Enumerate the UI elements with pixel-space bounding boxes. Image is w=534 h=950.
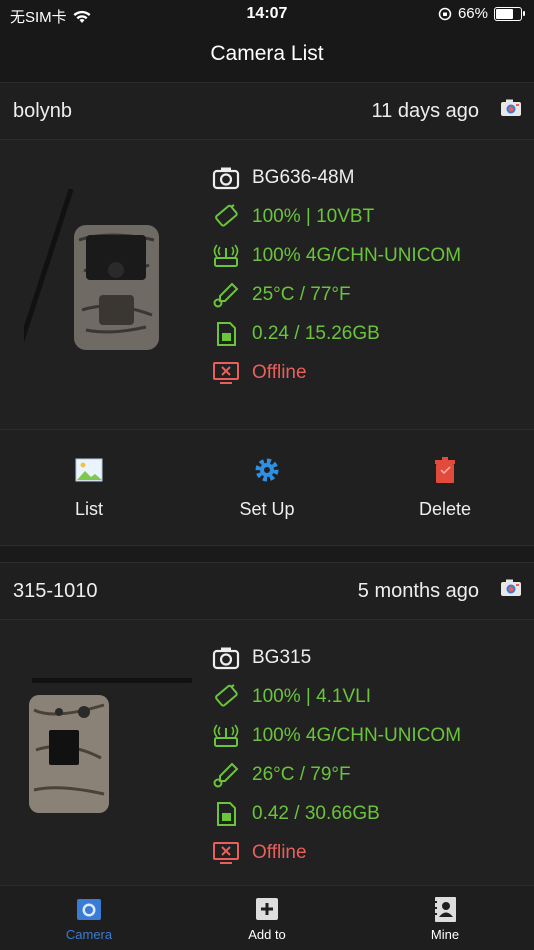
- battery-status-icon: [215, 203, 238, 227]
- tab-add[interactable]: Add to: [178, 886, 356, 950]
- tab-mine[interactable]: Mine: [356, 886, 534, 950]
- tab-camera-label: Camera: [65, 927, 113, 942]
- battery-status-icon: [215, 683, 238, 707]
- setup-button[interactable]: Set Up: [178, 430, 356, 545]
- temperature-info: 25°C / 77°F: [252, 283, 351, 305]
- camera-model: BG636-48M: [252, 166, 355, 188]
- trail-camera-image: [29, 678, 192, 813]
- contact-icon: [433, 897, 456, 922]
- signal-info: 100% 4G/CHN-UNICOM: [252, 724, 462, 746]
- camera-name: 315-1010: [13, 579, 98, 602]
- capture-photo-icon[interactable]: [500, 99, 522, 117]
- status-bar: 无SIM卡 14:07 66%: [0, 0, 534, 30]
- battery-info: 100% | 4.1VLI: [252, 685, 372, 707]
- gear-icon: [255, 458, 279, 482]
- camera-icon: [212, 647, 240, 669]
- trash-icon: [435, 457, 455, 483]
- trail-camera-image: [24, 188, 159, 350]
- sd-card-icon: [217, 321, 236, 346]
- temperature-info: 26°C / 79°F: [252, 763, 351, 785]
- camera-card: bolynb 11 days ago BG636-48M 100% | 10VB…: [0, 82, 534, 546]
- orientation-lock-icon: [438, 7, 452, 20]
- storage-info: 0.42 / 30.66GB: [252, 802, 380, 824]
- camera-tab-icon: [77, 899, 101, 920]
- delete-button[interactable]: Delete: [356, 430, 534, 545]
- last-seen: 5 months ago: [357, 579, 479, 602]
- list-button[interactable]: List: [0, 430, 178, 545]
- sd-card-icon: [217, 801, 236, 826]
- card-separator: [0, 546, 534, 562]
- camera-icon: [212, 167, 240, 189]
- nav-bar: Camera List: [0, 30, 534, 82]
- connection-status: Offline: [252, 361, 307, 383]
- camera-card-body[interactable]: BG315 100% | 4.1VLI 100% 4G/CHN-UNICOM 2…: [0, 620, 534, 885]
- tab-camera[interactable]: Camera: [0, 886, 178, 950]
- signal-icon: [213, 243, 239, 267]
- tab-bar: Camera Add to Mine: [0, 885, 534, 950]
- page-title: Camera List: [210, 42, 324, 65]
- last-seen: 11 days ago: [371, 99, 480, 122]
- signal-info: 100% 4G/CHN-UNICOM: [252, 244, 462, 266]
- thermometer-icon: [213, 282, 239, 307]
- battery-percent: 66%: [457, 5, 488, 22]
- capture-photo-icon[interactable]: [500, 579, 522, 597]
- gallery-icon: [75, 458, 103, 482]
- camera-name: bolynb: [13, 99, 72, 122]
- camera-card-header[interactable]: 315-1010 5 months ago: [0, 562, 534, 620]
- connection-status: Offline: [252, 841, 307, 863]
- tab-mine-label: Mine: [430, 927, 460, 942]
- list-label: List: [74, 499, 103, 519]
- camera-card-header[interactable]: bolynb 11 days ago: [0, 82, 534, 140]
- camera-card: 315-1010 5 months ago BG315 100% | 4.1VL…: [0, 562, 534, 885]
- offline-icon: [213, 361, 239, 384]
- camera-list[interactable]: bolynb 11 days ago BG636-48M 100% | 10VB…: [0, 82, 534, 885]
- camera-card-body[interactable]: BG636-48M 100% | 10VBT 100% 4G/CHN-UNICO…: [0, 140, 534, 430]
- storage-info: 0.24 / 15.26GB: [252, 322, 380, 344]
- camera-actions: List Set Up Delete: [0, 430, 534, 546]
- camera-model: BG315: [252, 646, 312, 668]
- thermometer-icon: [213, 762, 239, 787]
- delete-label: Delete: [418, 499, 472, 519]
- signal-icon: [213, 723, 239, 747]
- add-icon: [256, 898, 278, 920]
- battery-info: 100% | 10VBT: [252, 205, 375, 227]
- offline-icon: [213, 841, 239, 864]
- setup-label: Set Up: [239, 499, 295, 519]
- battery-icon: [494, 6, 525, 21]
- tab-add-label: Add to: [248, 927, 286, 942]
